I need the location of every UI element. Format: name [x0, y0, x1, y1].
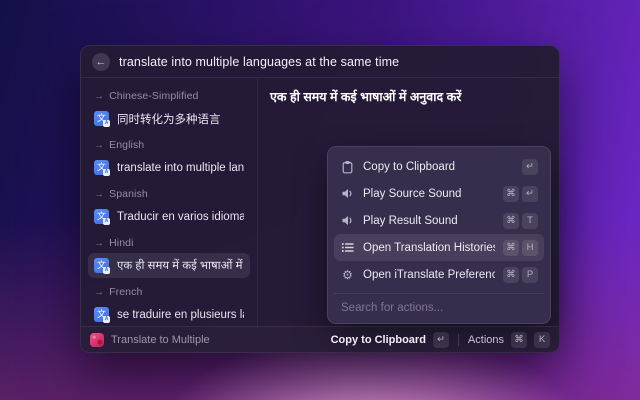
list-item-french[interactable]: 文 se traduire en plusieurs langues...: [88, 302, 250, 327]
clipboard-icon: [340, 160, 355, 174]
section-header-chinese: → Chinese-Simplified: [88, 86, 250, 104]
key-cmd: ⌘: [503, 186, 519, 202]
section-label: Hindi: [109, 237, 133, 249]
key-return: ↵: [522, 186, 538, 202]
list-item-label: 同时转化为多种语言: [117, 111, 221, 127]
footer-bar: Translate to Multiple Copy to Clipboard …: [81, 326, 559, 352]
key-t: T: [522, 213, 538, 229]
arrow-left-icon: ←: [96, 56, 107, 68]
list-item-label: se traduire en plusieurs langues...: [117, 309, 244, 321]
action-label: Open iTranslate Preferences: [363, 269, 495, 281]
action-play-result-sound[interactable]: Play Result Sound ⌘ T: [334, 207, 544, 234]
action-play-source-sound[interactable]: Play Source Sound ⌘ ↵: [334, 180, 544, 207]
action-label: Play Source Sound: [363, 188, 495, 200]
key-cmd: ⌘: [503, 267, 519, 283]
key-cmd: ⌘: [503, 240, 519, 256]
speaker-icon: [340, 214, 355, 227]
list-item-label: Traducir en varios idiomas en el...: [117, 211, 244, 223]
command-name: Translate to Multiple: [111, 334, 210, 346]
list-item-english[interactable]: 文 translate into multiple language...: [88, 155, 250, 180]
list-item-hindi-selected[interactable]: 文 एक ही समय में कई भाषाओं में अनुवाद करे…: [88, 253, 250, 278]
list-item-chinese[interactable]: 文 同时转化为多种语言: [88, 106, 250, 131]
action-open-itranslate-preferences[interactable]: ⚙ Open iTranslate Preferences ⌘ P: [334, 261, 544, 288]
results-list: → Chinese-Simplified 文 同时转化为多种语言 → Engli…: [81, 78, 258, 328]
key-p: P: [522, 267, 538, 283]
gear-icon: ⚙: [340, 268, 355, 282]
action-label: Copy to Clipboard: [363, 161, 514, 173]
list-icon: [340, 241, 355, 254]
arrow-right-icon: →: [94, 287, 104, 298]
section-header-spanish: → Spanish: [88, 184, 250, 202]
launcher-window: ← translate into multiple languages at t…: [80, 45, 560, 353]
key-return: ↵: [522, 159, 538, 175]
actions-menu-button[interactable]: Actions: [468, 334, 504, 346]
itranslate-app-icon: [90, 333, 104, 347]
translate-icon: 文: [94, 209, 109, 224]
key-return: ↵: [433, 332, 449, 348]
arrow-right-icon: →: [94, 189, 104, 200]
key-cmd: ⌘: [503, 213, 519, 229]
key-cmd: ⌘: [511, 332, 527, 348]
translate-icon: 文: [94, 111, 109, 126]
translate-icon: 文: [94, 258, 109, 273]
key-h: H: [522, 240, 538, 256]
action-copy-to-clipboard[interactable]: Copy to Clipboard ↵: [334, 153, 544, 180]
action-label: Play Result Sound: [363, 215, 495, 227]
section-label: Chinese-Simplified: [109, 90, 198, 102]
list-item-label: एक ही समय में कई भाषाओं में अनुवाद करें: [117, 258, 244, 273]
list-item-spanish[interactable]: 文 Traducir en varios idiomas en el...: [88, 204, 250, 229]
translate-icon: 文: [94, 160, 109, 175]
translation-result-text: एक ही समय में कई भाषाओं में अनुवाद करें: [270, 89, 547, 106]
section-header-hindi: → Hindi: [88, 233, 250, 251]
section-header-french: → French: [88, 282, 250, 300]
section-label: French: [109, 286, 142, 298]
list-item-label: translate into multiple language...: [117, 162, 244, 174]
section-label: English: [109, 139, 144, 151]
arrow-right-icon: →: [94, 91, 104, 102]
translate-icon: 文: [94, 307, 109, 322]
key-k: K: [534, 332, 550, 348]
arrow-right-icon: →: [94, 140, 104, 151]
arrow-right-icon: →: [94, 238, 104, 249]
section-header-english: → English: [88, 135, 250, 153]
search-input[interactable]: translate into multiple languages at the…: [119, 55, 399, 69]
action-label: Open Translation Histories: [363, 242, 495, 254]
search-bar: ← translate into multiple languages at t…: [81, 46, 559, 78]
back-button[interactable]: ←: [92, 53, 110, 71]
section-label: Spanish: [109, 188, 148, 200]
actions-search-input[interactable]: Search for actions...: [334, 293, 544, 323]
speaker-icon: [340, 187, 355, 200]
action-open-translation-histories[interactable]: Open Translation Histories ⌘ H: [334, 234, 544, 261]
actions-panel: Copy to Clipboard ↵ Play Source Sound ⌘ …: [327, 146, 551, 324]
primary-action-button[interactable]: Copy to Clipboard: [331, 334, 426, 346]
footer-divider: [458, 334, 459, 346]
